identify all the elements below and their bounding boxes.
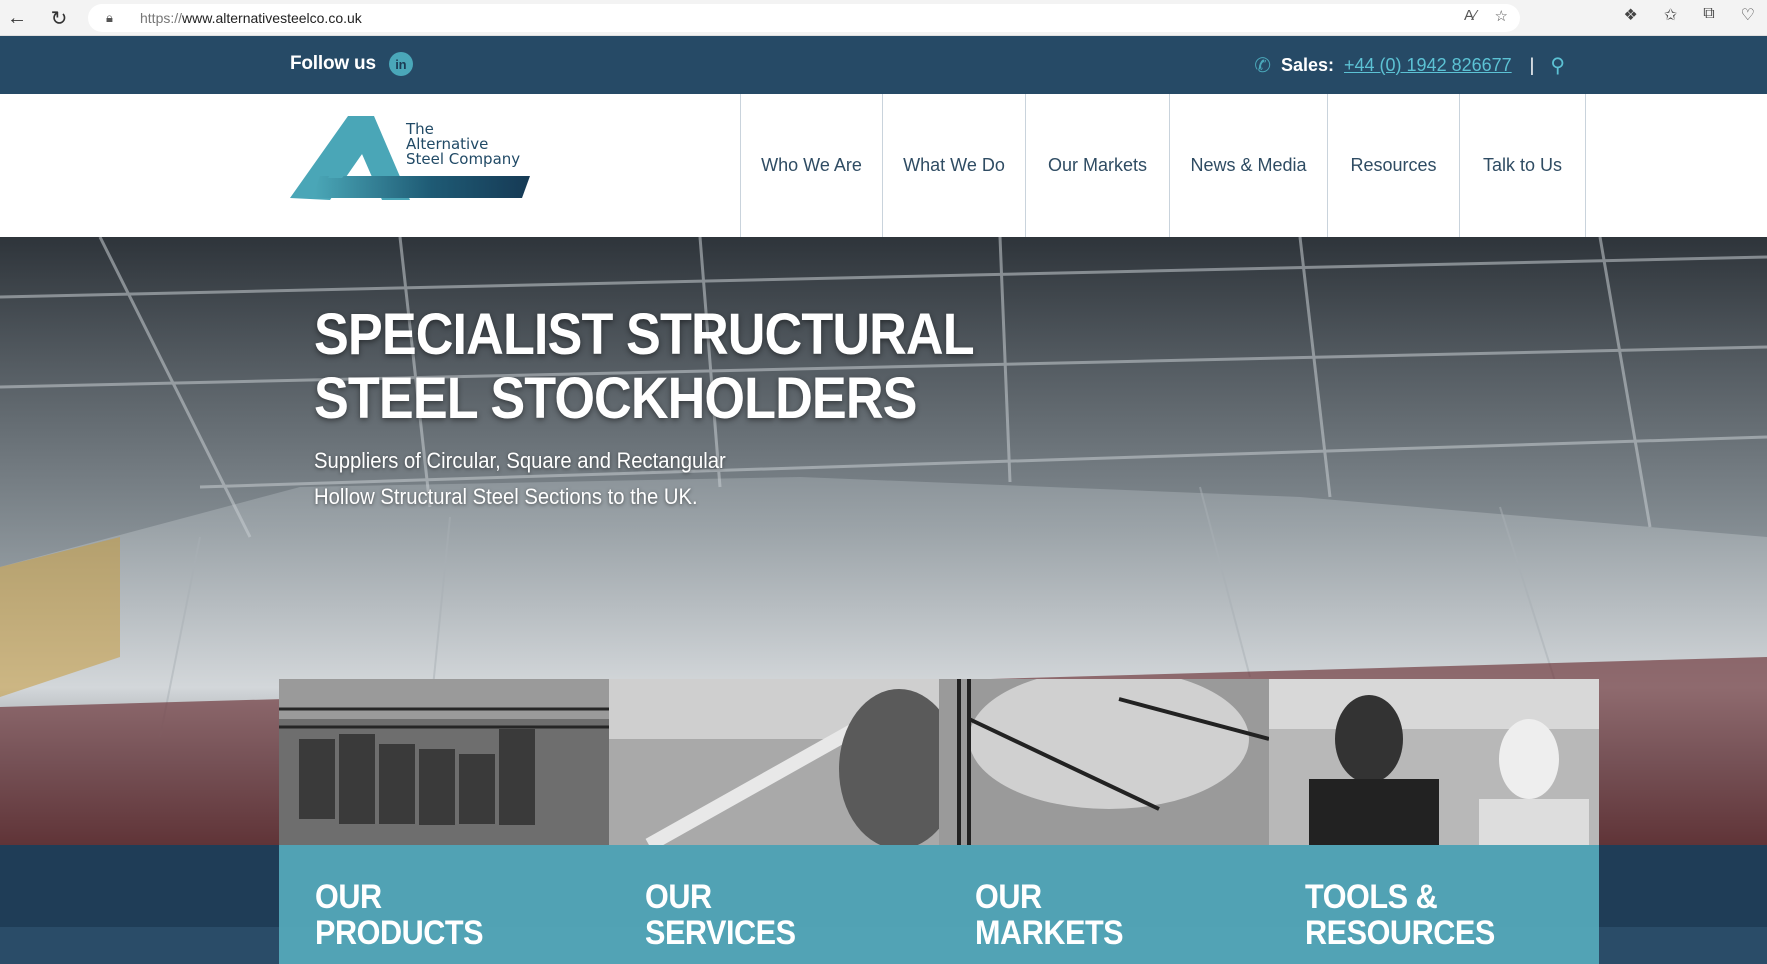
tile-our-services[interactable]: OUR SERVICES: [609, 679, 939, 964]
sales-contact: ✆ Sales: +44 (0) 1942 826677 | ⚲: [1254, 53, 1565, 78]
back-arrow-icon[interactable]: ←: [0, 3, 34, 33]
browser-toolbar: ← ↻ 🔒︎ https://www.alternativesteelco.co…: [0, 0, 1767, 36]
hero-subtitle-line-2: Hollow Structural Steel Sections to the …: [314, 484, 698, 509]
tile-label-line-1: OUR: [645, 878, 712, 916]
steel-worker-image: [609, 679, 939, 845]
tile-our-products[interactable]: OUR PRODUCTS: [279, 679, 609, 964]
tile-label-line-1: OUR: [975, 878, 1042, 916]
phone-icon: ✆: [1254, 55, 1271, 77]
tile-label-line-1: TOOLS &: [1305, 878, 1438, 916]
hero-title-line-1: SPECIALIST STRUCTURAL: [314, 302, 975, 367]
linkedin-icon[interactable]: in: [388, 52, 413, 76]
search-icon[interactable]: ⚲: [1550, 53, 1565, 78]
collections-icon[interactable]: ⧉: [1703, 5, 1714, 25]
hero-title: SPECIALIST STRUCTURAL STEEL STOCKHOLDERS: [314, 302, 975, 431]
tile-label: OUR MARKETS: [975, 878, 1124, 952]
hero-banner: SPECIALIST STRUCTURAL STEEL STOCKHOLDERS…: [0, 237, 1767, 964]
nav-who-we-are[interactable]: Who We Are: [740, 94, 882, 237]
follow-label: Follow us: [290, 53, 376, 74]
sales-label: Sales:: [1280, 55, 1334, 75]
puzzle-icon[interactable]: ❖: [1623, 5, 1637, 25]
heart-pulse-icon[interactable]: ♡: [1741, 5, 1755, 25]
address-bar[interactable]: 🔒︎ https://www.alternativesteelco.co.uk …: [88, 4, 1520, 32]
nav-our-markets[interactable]: Our Markets: [1025, 94, 1169, 237]
favorites-icon[interactable]: ✩: [1664, 5, 1677, 25]
divider: |: [1529, 55, 1535, 75]
hero-subtitle: Suppliers of Circular, Square and Rectan…: [314, 443, 726, 515]
nav-talk-to-us[interactable]: Talk to Us: [1459, 94, 1586, 237]
refresh-icon[interactable]: ↻: [42, 3, 76, 33]
people-image: [1269, 679, 1599, 845]
nav-what-we-do[interactable]: What We Do: [882, 94, 1025, 237]
star-icon[interactable]: ☆: [1495, 7, 1508, 25]
tile-label: OUR PRODUCTS: [315, 878, 484, 952]
nav-resources[interactable]: Resources: [1327, 94, 1459, 237]
logo-line-3: Steel Company: [406, 150, 521, 168]
hero-title-line-2: STEEL STOCKHOLDERS: [314, 366, 917, 431]
lock-icon[interactable]: 🔒︎: [106, 10, 126, 26]
tile-label-line-2: RESOURCES: [1305, 914, 1495, 952]
tile-our-markets[interactable]: OUR MARKETS: [939, 679, 1269, 964]
tile-label-line-1: OUR: [315, 878, 382, 916]
read-aloud-icon[interactable]: A⁄: [1464, 7, 1477, 25]
steel-tubes-image: [279, 679, 609, 845]
tile-label: OUR SERVICES: [645, 879, 796, 951]
logo-text: The Alternative Steel Company: [406, 122, 520, 167]
tile-tools-resources[interactable]: TOOLS & RESOURCES: [1269, 679, 1599, 964]
follow-us: Follow us in: [290, 52, 413, 76]
top-bar: Follow us in ✆ Sales: +44 (0) 1942 82667…: [0, 36, 1767, 94]
tile-label-line-2: SERVICES: [645, 914, 796, 952]
sales-phone-link[interactable]: +44 (0) 1942 826677: [1344, 55, 1512, 76]
tile-label: TOOLS & RESOURCES: [1305, 879, 1495, 951]
site-header: The Alternative Steel Company Who We Are…: [0, 94, 1767, 237]
tile-label-line-2: PRODUCTS: [315, 914, 484, 952]
company-logo[interactable]: The Alternative Steel Company: [290, 116, 530, 216]
url-prefix: https://: [140, 10, 183, 26]
hero-subtitle-line-1: Suppliers of Circular, Square and Rectan…: [314, 448, 726, 473]
tile-label-line-2: MARKETS: [975, 914, 1124, 952]
main-nav: Who We Are What We Do Our Markets News &…: [740, 94, 1586, 237]
feature-tiles: OUR PRODUCTS OUR SERVICES OUR MARKETS TO…: [279, 679, 1599, 964]
url-host: www.alternativesteelco.co.uk: [182, 10, 362, 26]
crane-image: [939, 679, 1269, 845]
nav-news-media[interactable]: News & Media: [1169, 94, 1327, 237]
